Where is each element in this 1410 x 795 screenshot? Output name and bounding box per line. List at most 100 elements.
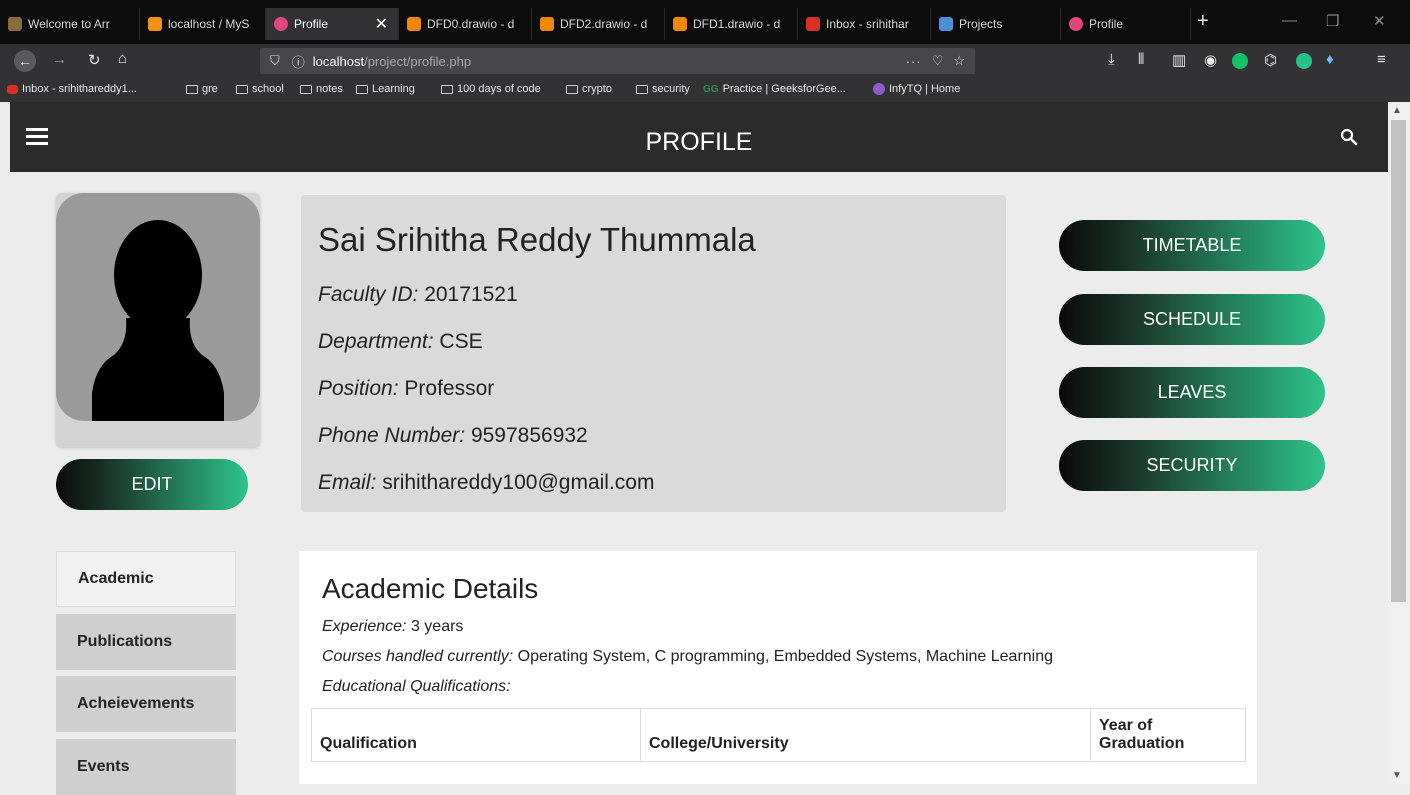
grammarly-icon[interactable] (1232, 53, 1248, 69)
tab-favicon-icon (148, 17, 162, 31)
security-button[interactable]: SECURITY (1059, 440, 1325, 491)
tab-favicon-icon (407, 17, 421, 31)
pocket-icon[interactable]: ♡ (932, 53, 944, 69)
courses-row: Courses handled currently: Operating Sys… (322, 648, 1054, 665)
minimize-icon[interactable]: — (1282, 12, 1297, 29)
sidebar-item-achievements[interactable]: Acheievements (56, 676, 236, 732)
sidebar-item-publications[interactable]: Publications (56, 614, 236, 670)
bookmarks-bar: Inbox - srihithareddy1... gre school not… (0, 78, 1410, 102)
folder-icon (441, 84, 453, 94)
tab-favicon-icon (1069, 17, 1083, 31)
library-icon[interactable]: ⫴ (1138, 51, 1144, 68)
folder-icon (356, 84, 368, 94)
extension-icon[interactable]: ⌬ (1264, 51, 1277, 69)
sidebar-icon[interactable]: ▥ (1172, 51, 1186, 69)
email-row: Email: srihithareddy100@gmail.com (318, 471, 655, 494)
browser-tab[interactable]: Projects (931, 8, 1061, 40)
scroll-up-icon[interactable]: ▲ (1392, 105, 1402, 116)
browser-tab[interactable]: Welcome to Arr (0, 8, 140, 40)
position-row: Position: Professor (318, 377, 495, 400)
department-row: Department: CSE (318, 330, 483, 353)
person-silhouette-icon (92, 220, 224, 421)
phone-row: Phone Number: 9597856932 (318, 424, 588, 447)
browser-tab[interactable]: DFD0.drawio - d (399, 8, 532, 40)
tab-favicon-icon (806, 17, 820, 31)
app-header: PROFILE (10, 102, 1388, 172)
folder-icon (636, 84, 648, 94)
shield-icon: ⛉ (270, 53, 280, 68)
bookmark-folder[interactable]: crypto (566, 83, 612, 95)
search-icon[interactable] (1340, 128, 1358, 146)
browser-tab-bar: Welcome to Arr localhost / MyS Profile ✕ … (0, 0, 1410, 44)
browser-nav-bar: ← → ↻ ⌂ ⛉ ⓘ localhost/project/profile.ph… (0, 44, 1410, 78)
scrollbar-thumb[interactable] (1391, 120, 1406, 602)
bookmark-folder[interactable]: 100 days of code (441, 83, 541, 95)
bookmark-item[interactable]: GG Practice | GeeksforGee... (703, 83, 846, 95)
window-close-icon[interactable]: ✕ (1373, 12, 1386, 30)
qualifications-table: Qualification College/University Year of… (311, 708, 1246, 762)
gmail-icon (7, 84, 18, 94)
browser-tab[interactable]: DFD2.drawio - d (532, 8, 665, 40)
edit-button[interactable]: EDIT (56, 459, 248, 510)
bookmark-folder[interactable]: gre (186, 83, 218, 95)
tab-favicon-icon (673, 17, 687, 31)
reload-icon[interactable]: ↻ (88, 51, 101, 69)
scroll-down-icon[interactable]: ▼ (1392, 770, 1402, 781)
avatar-card (56, 193, 260, 447)
bookmark-folder[interactable]: notes (300, 83, 343, 95)
table-header: Year of Graduation (1090, 708, 1246, 762)
extension-gem-icon[interactable]: ♦ (1326, 51, 1334, 68)
browser-tab-active[interactable]: Profile ✕ (266, 8, 399, 40)
new-tab-icon[interactable]: + (1197, 10, 1209, 33)
bookmark-folder[interactable]: security (636, 83, 690, 95)
experience-row: Experience: 3 years (322, 618, 464, 635)
page-title: PROFILE (645, 128, 753, 156)
timetable-button[interactable]: TIMETABLE (1059, 220, 1325, 271)
schedule-button[interactable]: SCHEDULE (1059, 294, 1325, 345)
browser-tab[interactable]: Profile (1061, 8, 1191, 40)
restore-icon[interactable]: ❐ (1326, 12, 1339, 30)
info-icon: ⓘ (291, 54, 305, 70)
back-icon[interactable]: ← (14, 50, 36, 72)
qualifications-label: Educational Qualifications: (322, 678, 511, 695)
table-header-row: Qualification College/University Year of… (311, 708, 1246, 762)
faculty-name: Sai Srihitha Reddy Thummala (318, 221, 756, 258)
forward-icon[interactable]: → (52, 51, 67, 68)
infytq-icon (873, 83, 885, 95)
bookmark-item[interactable]: Inbox - srihithareddy1... (7, 83, 137, 95)
folder-icon (186, 84, 198, 94)
sidebar-item-events[interactable]: Events (56, 739, 236, 795)
profile-info-card: Sai Srihitha Reddy Thummala Faculty ID: … (301, 195, 1006, 512)
home-icon[interactable]: ⌂ (118, 50, 127, 67)
section-title: Academic Details (322, 573, 539, 604)
browser-tab[interactable]: Inbox - srihithar (798, 8, 931, 40)
close-tab-icon[interactable]: ✕ (375, 14, 388, 34)
bookmark-folder[interactable]: Learning (356, 83, 415, 95)
folder-icon (566, 84, 578, 94)
folder-icon (300, 84, 312, 94)
tab-favicon-icon (540, 17, 554, 31)
menu-icon[interactable]: ≡ (1377, 51, 1386, 68)
browser-tab[interactable]: localhost / MyS (140, 8, 266, 40)
leaves-button[interactable]: LEAVES (1059, 367, 1325, 418)
tab-favicon-icon (939, 17, 953, 31)
table-header: Qualification (311, 708, 641, 762)
academic-details-panel: Academic Details Experience: 3 years Cou… (299, 551, 1257, 784)
url-bar[interactable]: ⛉ ⓘ localhost/project/profile.php ··· ♡ … (260, 48, 975, 74)
url-path: /project/profile.php (364, 53, 472, 69)
url-host: localhost (312, 53, 365, 69)
bookmark-star-icon[interactable]: ☆ (953, 53, 965, 69)
bookmark-item[interactable]: InfyTQ | Home (873, 83, 960, 95)
tab-favicon-icon (274, 17, 288, 31)
folder-icon (236, 84, 248, 94)
sidebar-item-academic[interactable]: Academic (56, 551, 236, 607)
page-actions-icon[interactable]: ··· (906, 54, 922, 69)
tab-favicon-icon (8, 17, 22, 31)
avatar (56, 193, 260, 421)
bookmark-folder[interactable]: school (236, 83, 284, 95)
download-icon[interactable]: ⤓ (1108, 51, 1115, 68)
account-icon[interactable]: ◉ (1204, 51, 1217, 69)
table-header: College/University (640, 708, 1091, 762)
browser-tab[interactable]: DFD1.drawio - d (665, 8, 798, 40)
extension-m-icon[interactable] (1296, 53, 1312, 69)
